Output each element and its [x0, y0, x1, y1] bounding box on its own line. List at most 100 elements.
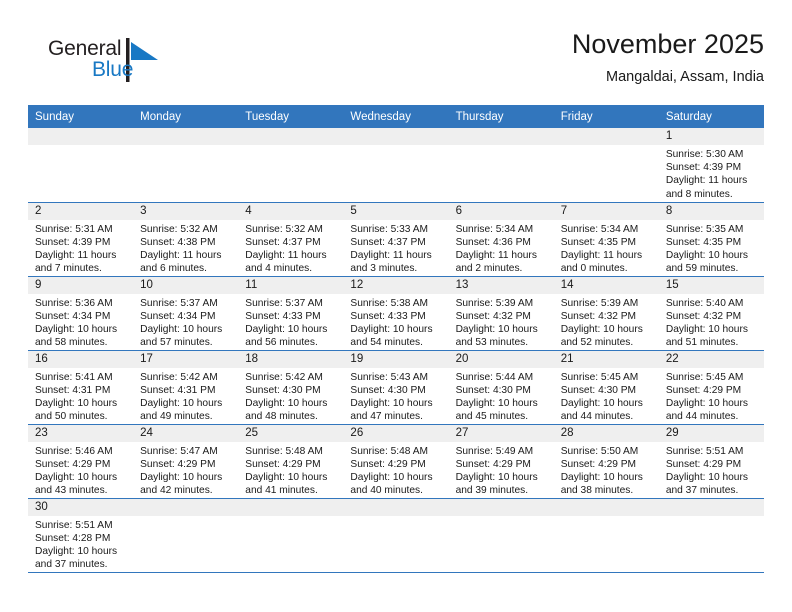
day-details: Sunrise: 5:34 AM Sunset: 4:35 PM Daylight:…	[554, 220, 659, 276]
day-details: Sunrise: 5:31 AM Sunset: 4:39 PM Daylight:…	[28, 220, 133, 276]
day-cell[interactable]: 15 Sunrise: 5:40 AM Sunset: 4:32 PM Dayligh…	[658, 276, 764, 351]
day-cell[interactable]: 27 Sunrise: 5:49 AM Sunset: 4:29 PM Dayligh…	[448, 424, 554, 499]
day-details: Sunrise: 5:44 AM Sunset: 4:30 PM Daylight:…	[449, 368, 554, 424]
daylight-text-line2: and 42 minutes.	[140, 485, 213, 497]
day-number	[448, 128, 554, 145]
day-cell[interactable]: 21 Sunrise: 5:45 AM Sunset: 4:30 PM Dayligh…	[553, 350, 659, 425]
sunrise-text: Sunrise: 5:33 AM	[350, 223, 429, 235]
sunset-text: Sunset: 4:29 PM	[560, 458, 637, 470]
day-details: Sunrise: 5:38 AM Sunset: 4:33 PM Daylight:…	[343, 294, 448, 350]
sunrise-text: Sunrise: 5:39 AM	[455, 297, 534, 309]
day-cell[interactable]: 1 Sunrise: 5:30 AM Sunset: 4:39 PM Daylight…	[658, 128, 764, 203]
day-cell[interactable]	[553, 498, 659, 573]
sunset-text: Sunset: 4:29 PM	[350, 458, 426, 470]
daylight-text-line2: and 37 minutes.	[35, 559, 108, 571]
weekday-header-friday: Friday	[553, 105, 659, 128]
day-cell[interactable]: 25 Sunrise: 5:48 AM Sunset: 4:29 PM Dayligh…	[238, 424, 344, 499]
day-cell[interactable]: 16 Sunrise: 5:41 AM Sunset: 4:31 PM Dayligh…	[28, 350, 134, 425]
day-cell[interactable]: 12 Sunrise: 5:38 AM Sunset: 4:33 PM Dayligh…	[343, 276, 449, 351]
day-cell[interactable]	[448, 498, 554, 573]
sunrise-text: Sunrise: 5:35 AM	[665, 223, 744, 235]
day-cell-inner: 7 Sunrise: 5:34 AM Sunset: 4:35 PM Daylight…	[553, 202, 659, 276]
day-number: 11	[238, 276, 344, 294]
sunset-text: Sunset: 4:39 PM	[35, 236, 111, 248]
day-details: Sunrise: 5:48 AM Sunset: 4:29 PM Daylight:…	[343, 442, 448, 498]
day-cell[interactable]: 17 Sunrise: 5:42 AM Sunset: 4:31 PM Dayligh…	[133, 350, 239, 425]
day-cell-inner: 5 Sunrise: 5:33 AM Sunset: 4:37 PM Daylight…	[343, 202, 449, 276]
day-cell[interactable]: 28 Sunrise: 5:50 AM Sunset: 4:29 PM Dayligh…	[553, 424, 659, 499]
day-number: 23	[28, 424, 134, 442]
day-details	[238, 145, 343, 148]
day-cell[interactable]: 6 Sunrise: 5:34 AM Sunset: 4:36 PM Daylight…	[448, 202, 554, 277]
day-cell[interactable]	[238, 498, 344, 573]
day-cell[interactable]: 19 Sunrise: 5:43 AM Sunset: 4:30 PM Dayligh…	[343, 350, 449, 425]
day-cell[interactable]: 26 Sunrise: 5:48 AM Sunset: 4:29 PM Dayligh…	[343, 424, 449, 499]
day-details	[554, 516, 659, 519]
day-cell[interactable]: 29 Sunrise: 5:51 AM Sunset: 4:29 PM Dayligh…	[658, 424, 764, 499]
day-cell[interactable]: 3 Sunrise: 5:32 AM Sunset: 4:38 PM Daylight…	[133, 202, 239, 277]
day-number: 22	[658, 350, 764, 368]
daylight-text-line2: and 41 minutes.	[245, 485, 318, 497]
day-cell-inner	[343, 498, 449, 572]
daylight-text-line2: and 57 minutes.	[140, 337, 213, 349]
day-cell[interactable]: 10 Sunrise: 5:37 AM Sunset: 4:34 PM Dayligh…	[133, 276, 239, 351]
day-cell[interactable]: 30 Sunrise: 5:51 AM Sunset: 4:28 PM Dayligh…	[28, 498, 134, 573]
sunset-text: Sunset: 4:29 PM	[140, 458, 216, 470]
weekday-header-wednesday: Wednesday	[343, 105, 449, 128]
day-cell-inner: 1 Sunrise: 5:30 AM Sunset: 4:39 PM Daylight…	[658, 128, 764, 202]
day-number: 29	[658, 424, 764, 442]
day-cell[interactable]: 23 Sunrise: 5:46 AM Sunset: 4:29 PM Dayligh…	[28, 424, 134, 499]
day-cell-inner	[448, 498, 554, 572]
day-cell[interactable]	[343, 498, 449, 573]
day-cell-inner: 8 Sunrise: 5:35 AM Sunset: 4:35 PM Daylight…	[658, 202, 764, 276]
day-details: Sunrise: 5:34 AM Sunset: 4:36 PM Daylight:…	[449, 220, 554, 276]
page-subtitle: Mangaldai, Assam, India	[606, 69, 764, 85]
day-cell[interactable]: 5 Sunrise: 5:33 AM Sunset: 4:37 PM Daylight…	[343, 202, 449, 277]
day-cell[interactable]	[553, 128, 659, 203]
day-cell[interactable]: 22 Sunrise: 5:45 AM Sunset: 4:29 PM Dayligh…	[658, 350, 764, 425]
day-details: Sunrise: 5:47 AM Sunset: 4:29 PM Daylight:…	[133, 442, 238, 498]
day-cell[interactable]	[658, 498, 764, 573]
day-cell[interactable]	[343, 128, 449, 203]
day-cell[interactable]: 24 Sunrise: 5:47 AM Sunset: 4:29 PM Dayligh…	[133, 424, 239, 499]
day-details: Sunrise: 5:32 AM Sunset: 4:38 PM Daylight:…	[133, 220, 238, 276]
day-cell-inner: 23 Sunrise: 5:46 AM Sunset: 4:29 PM Dayligh…	[28, 424, 134, 498]
day-cell[interactable]: 11 Sunrise: 5:37 AM Sunset: 4:33 PM Dayligh…	[238, 276, 344, 351]
day-details: Sunrise: 5:36 AM Sunset: 4:34 PM Daylight:…	[28, 294, 133, 350]
day-cell-inner	[238, 128, 344, 202]
day-cell[interactable]: 2 Sunrise: 5:31 AM Sunset: 4:39 PM Daylight…	[28, 202, 134, 277]
daylight-text-line2: and 59 minutes.	[665, 263, 739, 275]
day-cell-inner	[133, 128, 239, 202]
day-cell[interactable]: 13 Sunrise: 5:39 AM Sunset: 4:32 PM Dayligh…	[448, 276, 554, 351]
day-cell-inner: 28 Sunrise: 5:50 AM Sunset: 4:29 PM Dayligh…	[553, 424, 659, 498]
day-cell[interactable]: 7 Sunrise: 5:34 AM Sunset: 4:35 PM Daylight…	[553, 202, 659, 277]
daylight-text-line2: and 37 minutes.	[665, 485, 739, 497]
day-number	[343, 498, 449, 516]
day-cell-inner: 27 Sunrise: 5:49 AM Sunset: 4:29 PM Dayligh…	[448, 424, 554, 498]
title-block: November 2025 Mangaldai, Assam, India	[572, 28, 764, 87]
day-cell[interactable]: 20 Sunrise: 5:44 AM Sunset: 4:30 PM Dayligh…	[448, 350, 554, 425]
daylight-text-line2: and 3 minutes.	[350, 263, 418, 275]
day-cell[interactable]: 14 Sunrise: 5:39 AM Sunset: 4:32 PM Dayligh…	[553, 276, 659, 351]
sunrise-text: Sunrise: 5:32 AM	[140, 223, 218, 235]
day-cell[interactable]	[133, 498, 239, 573]
day-number: 2	[28, 202, 134, 220]
day-cell[interactable]: 4 Sunrise: 5:32 AM Sunset: 4:37 PM Daylight…	[238, 202, 344, 277]
day-cell[interactable]: 9 Sunrise: 5:36 AM Sunset: 4:34 PM Daylight…	[28, 276, 134, 351]
daylight-text-line1: Daylight: 10 hours	[350, 397, 433, 409]
day-number	[238, 498, 344, 516]
daylight-text-line1: Daylight: 11 hours	[35, 249, 117, 261]
day-cell[interactable]	[448, 128, 554, 203]
day-cell[interactable]	[133, 128, 239, 203]
general-blue-logo[interactable]: General Blue	[34, 36, 224, 92]
day-cell[interactable]	[238, 128, 344, 203]
day-cell-inner: 29 Sunrise: 5:51 AM Sunset: 4:29 PM Dayligh…	[658, 424, 764, 498]
page-header: General Blue November 2025 Mangaldai, As…	[28, 28, 764, 100]
day-cell[interactable]: 18 Sunrise: 5:42 AM Sunset: 4:30 PM Dayligh…	[238, 350, 344, 425]
day-cell[interactable]	[28, 128, 134, 203]
day-cell-inner: 16 Sunrise: 5:41 AM Sunset: 4:31 PM Dayligh…	[28, 350, 134, 424]
calendar-week-row: 2 Sunrise: 5:31 AM Sunset: 4:39 PM Daylight…	[28, 202, 764, 277]
daylight-text-line1: Daylight: 10 hours	[560, 471, 643, 483]
weekday-header-monday: Monday	[133, 105, 239, 128]
day-cell[interactable]: 8 Sunrise: 5:35 AM Sunset: 4:35 PM Daylight…	[658, 202, 764, 277]
